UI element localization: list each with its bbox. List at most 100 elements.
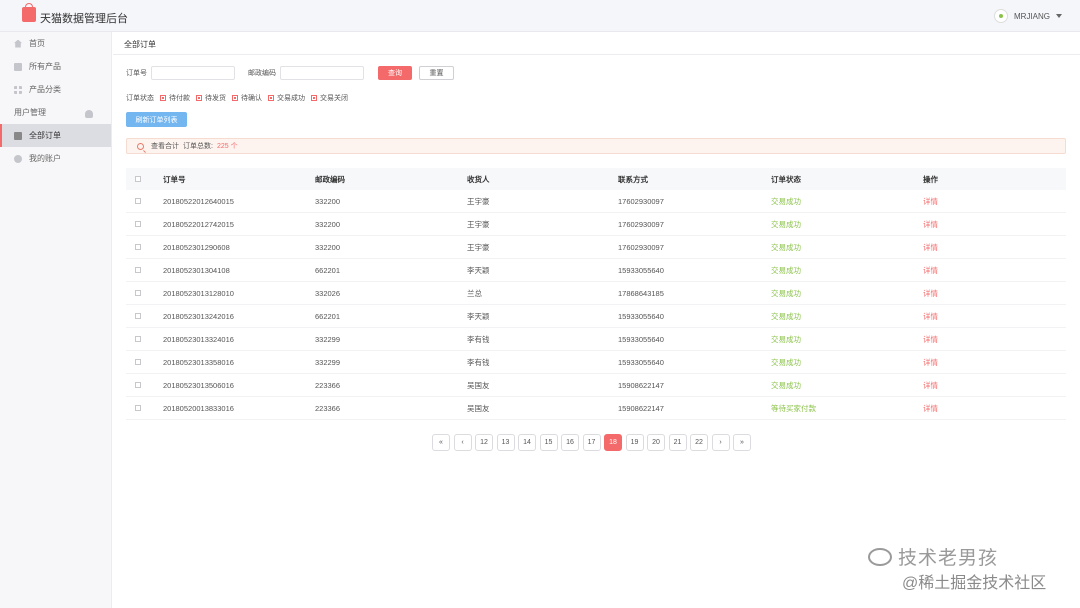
table-row: 20180523013324016 332299 李有钱 15933055640 交易成…	[126, 328, 1066, 351]
page-button[interactable]: 22	[690, 434, 708, 451]
table-row: 20180523013128010 332026 兰总 17868643185 交易成功…	[126, 282, 1066, 305]
detail-link[interactable]: 详情	[923, 311, 938, 322]
page-button[interactable]: 15	[539, 434, 558, 451]
zip-cell: 332026	[315, 288, 341, 298]
detail-link[interactable]: 详情	[923, 242, 938, 253]
status-option-pending-confirm[interactable]: 待确认	[232, 93, 262, 103]
status-option-pending-shipment[interactable]: 待发货	[196, 93, 226, 103]
avatar[interactable]	[994, 9, 1008, 23]
detail-link[interactable]: 详情	[923, 288, 938, 299]
status-cell: 交易成功	[771, 334, 801, 344]
detail-link[interactable]: 详情	[923, 403, 938, 414]
row-checkbox[interactable]	[135, 267, 141, 273]
divider	[113, 54, 1080, 55]
sidebar: 首页 所有产品 产品分类 用户管理 全部订单 我的账户	[0, 32, 112, 608]
sidebar-item-label: 用户管理	[14, 108, 46, 117]
sidebar-item-users[interactable]: 用户管理	[0, 101, 111, 124]
sidebar-item-home[interactable]: 首页	[0, 32, 111, 55]
user-menu[interactable]: MRJIANG	[994, 9, 1062, 23]
app-title: 天猫数据管理后台	[40, 13, 128, 25]
detail-link[interactable]: 详情	[923, 265, 938, 276]
watermark-line2: @稀土掘金技术社区	[902, 575, 1047, 592]
detail-link[interactable]: 详情	[923, 196, 938, 207]
status-option-pending-payment[interactable]: 待付款	[160, 93, 190, 103]
zip-cell: 332200	[315, 196, 341, 206]
order-icon	[14, 131, 22, 140]
detail-link[interactable]: 详情	[923, 357, 938, 368]
detail-link[interactable]: 详情	[923, 219, 938, 230]
sidebar-item-products[interactable]: 所有产品	[0, 55, 111, 78]
status-filter: 订单状态 待付款 待发货 待确认 交易成功 交易关闭	[126, 93, 348, 103]
page-button[interactable]: 17	[582, 434, 601, 451]
row-checkbox[interactable]	[135, 405, 141, 411]
first-page-button[interactable]: «	[432, 434, 450, 451]
receiver-cell: 李天颖	[467, 311, 490, 321]
next-page-button[interactable]: ›	[711, 434, 730, 451]
sidebar-item-label: 所有产品	[29, 62, 61, 71]
column-header: 操作	[923, 174, 938, 184]
sidebar-item-categories[interactable]: 产品分类	[0, 78, 111, 101]
gear-icon	[14, 154, 22, 163]
row-checkbox[interactable]	[135, 359, 141, 365]
user-name[interactable]: MRJIANG	[1014, 12, 1050, 21]
query-button[interactable]: 查询	[378, 66, 412, 80]
status-cell: 交易成功	[771, 265, 801, 275]
page-button[interactable]: 14	[518, 434, 536, 451]
row-checkbox[interactable]	[135, 336, 141, 342]
last-page-button[interactable]: »	[733, 434, 751, 451]
sidebar-item-account[interactable]: 我的账户	[0, 147, 111, 170]
order-no-cell: 20180523013358016	[163, 357, 234, 367]
row-checkbox[interactable]	[135, 198, 141, 204]
page-button[interactable]: 13	[496, 434, 515, 451]
zip-input[interactable]	[280, 66, 364, 80]
phone-cell: 17602930097	[618, 242, 664, 252]
order-no-input[interactable]	[151, 66, 235, 80]
watermark-title: 技术老男孩	[868, 543, 998, 570]
detail-link[interactable]: 详情	[923, 334, 938, 345]
phone-cell: 15908622147	[618, 380, 664, 390]
page-button[interactable]: 12	[475, 434, 493, 451]
row-checkbox[interactable]	[135, 221, 141, 227]
column-header: 收货人	[467, 174, 490, 184]
status-option-closed[interactable]: 交易关闭	[311, 93, 348, 103]
row-checkbox[interactable]	[135, 382, 141, 388]
sidebar-item-orders[interactable]: 全部订单	[0, 124, 111, 147]
sidebar-item-label: 产品分类	[29, 85, 61, 94]
page-button[interactable]: 19	[625, 434, 644, 451]
status-cell: 交易成功	[771, 311, 801, 321]
status-cell: 交易成功	[771, 242, 801, 252]
page-button[interactable]: 21	[668, 434, 687, 451]
page-button[interactable]: 18	[604, 434, 622, 451]
row-checkbox[interactable]	[135, 313, 141, 319]
reset-button[interactable]: 重置	[419, 66, 454, 80]
table-row: 20180523013506016 223366 吴国友 15908622147 交易成…	[126, 374, 1066, 397]
row-checkbox[interactable]	[135, 244, 141, 250]
status-option-success[interactable]: 交易成功	[268, 93, 305, 103]
order-no-cell: 2018052301304108	[163, 265, 230, 275]
chevron-down-icon[interactable]	[1056, 14, 1062, 18]
status-checkbox[interactable]	[160, 95, 166, 101]
status-checkbox[interactable]	[232, 95, 238, 101]
status-checkbox[interactable]	[268, 95, 274, 101]
breadcrumb: 全部订单	[124, 40, 156, 49]
search-icon	[137, 142, 144, 150]
zip-cell: 223366	[315, 380, 341, 390]
prev-page-button[interactable]: ‹	[453, 434, 472, 451]
wechat-icon	[868, 547, 892, 566]
refresh-orders-button[interactable]: 刷新订单列表	[126, 112, 187, 127]
order-no-label: 订单号	[126, 70, 147, 77]
receiver-cell: 李有钱	[467, 357, 490, 367]
select-all-checkbox[interactable]	[135, 176, 141, 182]
page-button[interactable]: 20	[647, 434, 665, 451]
status-option-label: 待付款	[169, 95, 190, 102]
receiver-cell: 吴国友	[467, 403, 490, 413]
page-button[interactable]: 16	[561, 434, 579, 451]
summary-total-value: 225 个	[216, 143, 238, 150]
status-checkbox[interactable]	[196, 95, 202, 101]
zip-cell: 662201	[315, 265, 341, 275]
detail-link[interactable]: 详情	[923, 380, 938, 391]
row-checkbox[interactable]	[135, 290, 141, 296]
status-checkbox[interactable]	[311, 95, 317, 101]
status-filter-label: 订单状态	[126, 95, 154, 102]
order-no-cell: 20180522012742015	[163, 219, 234, 229]
